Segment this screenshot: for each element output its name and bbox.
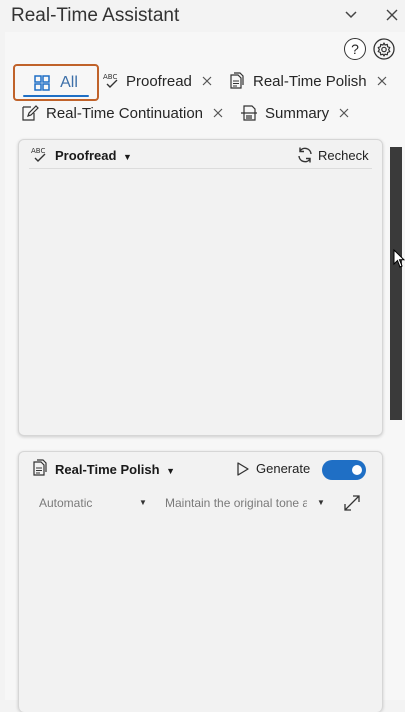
- caret-down-icon: ▼: [166, 466, 176, 476]
- close-window-button[interactable]: [381, 4, 403, 26]
- grid-icon: [34, 74, 50, 91]
- card-divider: [29, 168, 372, 169]
- proofread-card: ABC Proofread ▼ Recheck: [18, 139, 383, 436]
- polish-dropdown[interactable]: Real-Time Polish ▼: [55, 462, 175, 477]
- scrollbar-thumb[interactable]: [390, 147, 402, 420]
- gear-icon: [373, 38, 395, 60]
- tone-select[interactable]: Maintain the original tone a ▼: [165, 496, 327, 510]
- tab-all-label: All: [60, 73, 78, 91]
- close-tab-proofread[interactable]: [202, 76, 212, 86]
- close-icon: [202, 76, 212, 86]
- title-bar: Real-Time Assistant: [0, 0, 405, 32]
- tab-all[interactable]: All: [13, 64, 99, 101]
- help-icon: ?: [351, 41, 359, 57]
- summary-icon: [241, 105, 257, 121]
- settings-button[interactable]: [373, 38, 395, 60]
- tab-selected-indicator: [23, 95, 89, 97]
- close-icon: [386, 9, 398, 21]
- tab-summary-label: Summary: [265, 104, 330, 122]
- tab-real-time-continuation-label: Real-Time Continuation: [46, 104, 204, 122]
- play-icon: [237, 461, 249, 476]
- polish-card: Real-Time Polish ▼ Generate Automatic ▼ …: [18, 451, 383, 712]
- caret-down-icon: ▼: [123, 152, 132, 162]
- document-icon: [33, 459, 47, 476]
- tab-real-time-polish-label: Real-Time Polish: [253, 72, 367, 90]
- tone-select-value: Maintain the original tone a: [165, 496, 307, 510]
- close-tab-real-time-continuation[interactable]: [213, 108, 223, 118]
- close-icon: [213, 108, 223, 118]
- close-tab-summary[interactable]: [339, 108, 349, 118]
- chevron-down-icon: [345, 11, 357, 19]
- proofread-dropdown[interactable]: Proofread ▼: [55, 148, 132, 163]
- polish-options-row: Automatic ▼ Maintain the original tone a…: [19, 490, 382, 520]
- generate-toggle[interactable]: [322, 460, 366, 480]
- window-title: Real-Time Assistant: [11, 5, 180, 26]
- polish-card-header: Real-Time Polish ▼ Generate: [19, 452, 382, 482]
- proofread-card-title: Proofread: [55, 148, 117, 163]
- tab-summary[interactable]: Summary: [240, 104, 349, 122]
- expand-button[interactable]: [343, 494, 361, 512]
- svg-text:ABC: ABC: [103, 73, 117, 81]
- spellcheck-icon: ABC: [31, 147, 46, 162]
- generate-label: Generate: [256, 461, 311, 476]
- generate-button[interactable]: Generate: [236, 461, 310, 476]
- proofread-card-header: ABC Proofread ▼ Recheck: [19, 140, 382, 170]
- proofread-content: [19, 170, 382, 435]
- spellcheck-icon: ABC: [103, 73, 118, 88]
- document-icon: [230, 72, 244, 89]
- close-icon: [377, 76, 387, 86]
- scrollbar-track[interactable]: [390, 420, 402, 700]
- expand-icon: [344, 495, 360, 511]
- refresh-icon: [298, 147, 312, 163]
- close-icon: [339, 108, 349, 118]
- toggle-knob: [352, 465, 362, 475]
- caret-down-icon: ▼: [139, 498, 147, 507]
- svg-text:ABC: ABC: [31, 147, 45, 155]
- close-tab-real-time-polish[interactable]: [377, 76, 387, 86]
- recheck-button[interactable]: Recheck: [296, 146, 369, 164]
- polish-card-title: Real-Time Polish: [55, 462, 160, 477]
- tab-real-time-polish[interactable]: Real-Time Polish: [228, 72, 387, 90]
- caret-down-icon: ▼: [317, 498, 325, 507]
- help-button[interactable]: ?: [344, 38, 366, 60]
- tab-proofread-label: Proofread: [126, 72, 192, 90]
- tab-proofread[interactable]: ABC Proofread: [103, 72, 212, 90]
- tab-real-time-continuation[interactable]: Real-Time Continuation: [21, 104, 223, 122]
- mode-select[interactable]: Automatic ▼: [39, 496, 149, 510]
- collapse-button[interactable]: [340, 4, 362, 26]
- mode-select-value: Automatic: [39, 496, 93, 510]
- recheck-label: Recheck: [318, 147, 369, 163]
- edit-icon: [22, 105, 39, 121]
- mouse-cursor-icon: [393, 249, 405, 268]
